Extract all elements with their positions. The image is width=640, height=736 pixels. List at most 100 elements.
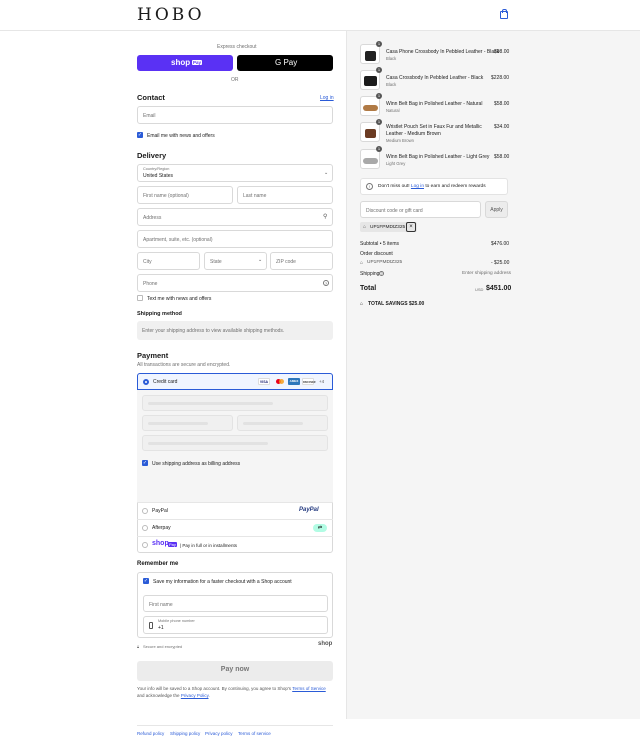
privacy-link[interactable]: Privacy Policy — [181, 693, 209, 698]
rewards-banner: ! Don't miss out! Log in to earn and red… — [360, 178, 508, 195]
footer-divider — [137, 725, 333, 726]
shipping-help-icon[interactable]: ? — [379, 271, 384, 276]
shipping-method-title: Shipping method — [137, 311, 182, 317]
remove-discount-icon[interactable]: × — [406, 222, 416, 232]
total-value: $451.00 — [486, 285, 512, 292]
google-pay-button[interactable]: G Pay — [237, 55, 333, 71]
savings-tag-icon: ⌂ — [360, 301, 364, 307]
address-field[interactable]: Address ⚲ — [137, 208, 333, 226]
quantity-badge: 1 — [376, 67, 382, 73]
email-field[interactable]: Email — [137, 106, 333, 124]
disclaimer-and: and acknowledge the — [137, 693, 180, 698]
footer-refund-link[interactable]: Refund policy — [137, 731, 164, 736]
address-placeholder: Address — [143, 215, 162, 221]
item-name: Wristlet Pouch Set in Faux Fur and Metal… — [386, 124, 482, 130]
search-icon: ⚲ — [323, 214, 328, 220]
visa-icon: VISA — [258, 378, 270, 385]
afterpay-radio[interactable] — [142, 525, 148, 531]
footer-shipping-link[interactable]: Shipping policy — [170, 731, 200, 736]
paypal-radio[interactable] — [142, 508, 148, 514]
remember-me-box: ✓ Save my information for a faster check… — [137, 572, 333, 638]
item-variant: Medium Brown — [386, 138, 414, 143]
pay-now-button[interactable]: Pay now — [137, 661, 333, 681]
text-me-checkbox[interactable] — [137, 295, 143, 301]
first-name-field[interactable]: First name (optional) — [137, 186, 233, 204]
shipping-notice-text: Enter your shipping address to view avai… — [142, 328, 285, 334]
card-number-field[interactable] — [142, 395, 328, 411]
disclaimer-text: Your info will be saved to a Shop accoun… — [137, 686, 292, 691]
phone-placeholder: Phone — [143, 281, 158, 287]
secure-text: Secure and encrypted — [143, 644, 183, 649]
footer-privacy-link[interactable]: Privacy policy — [205, 731, 233, 736]
shipping-method-notice: Enter your shipping address to view avai… — [137, 321, 333, 340]
last-name-field[interactable]: Last name — [237, 186, 333, 204]
billing-same-label: Use shipping address as billing address — [152, 460, 241, 467]
shop-pay-desc: | Pay in full or in installments — [180, 542, 237, 548]
rewards-login-link[interactable]: Log in — [411, 184, 424, 189]
login-link[interactable]: Log in — [320, 95, 334, 101]
credit-card-option[interactable]: Credit card VISA AMEX DISCOVER +4 — [137, 373, 333, 390]
state-select[interactable]: State ⌄ — [204, 252, 267, 270]
security-code-field[interactable] — [237, 415, 328, 431]
item-name: Winn Belt Bag in Polished Leather - Ligh… — [386, 154, 490, 160]
item-name-line2: Leather - Medium Brown — [386, 131, 441, 137]
news-checkbox[interactable]: ✓ — [137, 132, 143, 138]
rewards-pre: Don't miss out! — [378, 184, 410, 189]
state-placeholder: State — [210, 259, 222, 265]
list-item: 1 Wristlet Pouch Set in Faux Fur and Met… — [360, 119, 510, 147]
credit-card-radio[interactable] — [143, 379, 149, 385]
delivery-title: Delivery — [137, 151, 167, 160]
item-variant: Black — [386, 82, 397, 87]
afterpay-option[interactable]: Afterpay ⇄ — [137, 519, 333, 536]
discount-tag-code: UP1FPMDtZ325 — [370, 224, 406, 230]
paypal-label: PayPal — [152, 508, 168, 514]
billing-same-checkbox[interactable]: ✓ — [142, 460, 148, 466]
shop-pay-button[interactable]: shop Pay — [137, 55, 233, 71]
mastercard-icon — [274, 378, 286, 385]
shop-pay-badge: Pay — [192, 59, 203, 65]
mobile-phone-icon — [149, 622, 153, 629]
country-label: Country/Region — [143, 167, 170, 171]
more-cards-count: +4 — [319, 379, 325, 384]
afterpay-logo-icon: ⇄ — [313, 524, 327, 532]
shipping-label: Shipping — [360, 271, 380, 277]
save-info-checkbox[interactable]: ✓ — [143, 578, 149, 584]
terms-link[interactable]: Terms of Service — [292, 686, 326, 691]
tag-icon: ⌂ — [360, 260, 364, 266]
total-savings-label: TOTAL SAVINGS — [368, 301, 408, 307]
remember-first-name-field[interactable]: First name — [143, 595, 328, 612]
shopping-bag-icon[interactable] — [500, 9, 508, 19]
item-price: $34.00 — [494, 124, 510, 130]
remember-first-name-placeholder: First name — [149, 602, 173, 608]
total-label: Total — [360, 285, 377, 292]
mobile-phone-field[interactable]: Mobile phone number +1 — [143, 616, 328, 634]
lock-icon: 🔒︎ — [137, 644, 140, 649]
discount-code-field[interactable]: Discount code or gift card — [360, 201, 481, 218]
checkout-form: Express checkout shop Pay G Pay OR Conta… — [0, 31, 346, 736]
subtotal-value: $476.00 — [491, 241, 510, 247]
country-select[interactable]: Country/Region United States ⌄ — [137, 164, 333, 182]
city-field[interactable]: City — [137, 252, 200, 270]
shop-logo: shop — [318, 641, 333, 647]
apply-discount-button[interactable]: Apply — [485, 201, 508, 218]
tag-icon: ⌂ — [363, 224, 367, 230]
name-on-card-field[interactable] — [142, 435, 328, 451]
email-placeholder: Email — [143, 113, 156, 119]
footer-terms-link[interactable]: Terms of service — [238, 731, 271, 736]
zip-placeholder: ZIP code — [276, 259, 296, 265]
shop-pay-radio[interactable] — [142, 542, 148, 548]
remember-me-title: Remember me — [137, 561, 179, 567]
last-name-placeholder: Last name — [243, 193, 267, 199]
shop-pay-option[interactable]: shop Pay | Pay in full or in installment… — [137, 536, 333, 553]
apartment-field[interactable]: Apartment, suite, etc. (optional) — [137, 230, 333, 248]
text-me-label: Text me with news and offers — [147, 295, 212, 302]
quantity-badge: 1 — [376, 119, 382, 125]
payment-title: Payment — [137, 351, 169, 360]
help-icon[interactable]: ? — [323, 280, 329, 286]
paypal-option[interactable]: PayPal PayPal — [137, 502, 333, 519]
chevron-down-icon: ⌄ — [258, 257, 263, 263]
phone-field[interactable]: Phone ? — [137, 274, 333, 292]
zip-field[interactable]: ZIP code — [270, 252, 333, 270]
logo[interactable]: HOBO — [137, 5, 205, 25]
expiry-field[interactable] — [142, 415, 233, 431]
